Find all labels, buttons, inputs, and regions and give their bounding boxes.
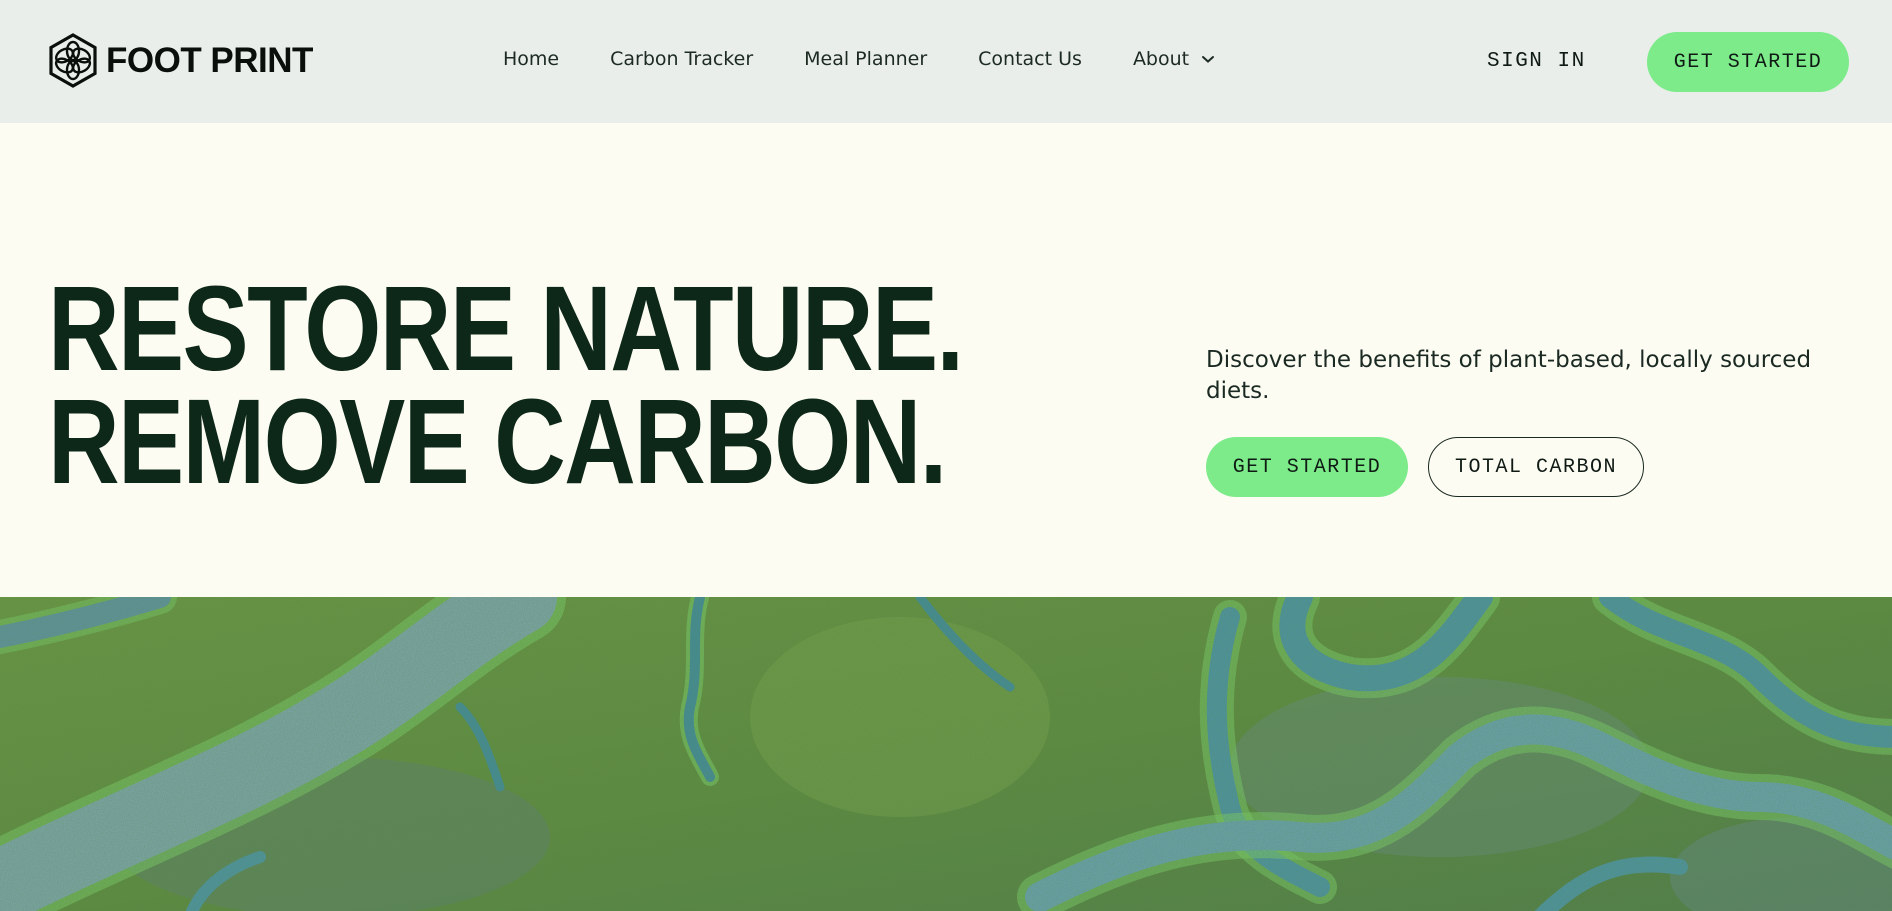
total-carbon-button[interactable]: TOTAL CARBON xyxy=(1428,437,1644,497)
header-get-started-button[interactable]: GET STARTED xyxy=(1647,32,1849,92)
nav-item-carbon-tracker[interactable]: Carbon Tracker xyxy=(610,48,753,70)
brand-name: FOOT PRINT xyxy=(106,40,313,80)
nav-item-label: Home xyxy=(503,48,560,70)
hero-get-started-button[interactable]: GET STARTED xyxy=(1206,437,1408,497)
nav-item-home[interactable]: Home xyxy=(503,48,559,70)
hero-subtext: Discover the benefits of plant-based, lo… xyxy=(1206,347,1812,404)
headline-line-1: RESTORE NATURE. xyxy=(48,260,964,396)
nav-item-meal-planner[interactable]: Meal Planner xyxy=(804,48,927,70)
nav-item-label: Meal Planner xyxy=(804,48,928,70)
hexagon-flower-logo-icon xyxy=(49,33,97,88)
sign-in-link[interactable]: SIGN IN xyxy=(1487,50,1586,73)
nav-item-about-dropdown[interactable]: About xyxy=(1133,48,1215,70)
nav-item-contact-us[interactable]: Contact Us xyxy=(978,48,1082,70)
wetland-illustration xyxy=(0,597,1892,911)
nav-item-label: About xyxy=(1132,48,1190,70)
main-nav: Home Carbon Tracker Meal Planner Contact… xyxy=(503,48,1215,70)
headline-line-2: REMOVE CARBON. xyxy=(48,373,947,509)
aerial-wetland-image xyxy=(0,597,1892,911)
brand-logo[interactable]: FOOT PRINT xyxy=(48,33,313,88)
site-header: FOOT PRINT Home Carbon Tracker Meal Plan… xyxy=(0,0,1892,123)
nav-item-label: Contact Us xyxy=(978,48,1082,70)
chevron-down-icon xyxy=(1202,55,1215,63)
hero-headline: RESTORE NATURE. REMOVE CARBON. xyxy=(48,260,964,509)
nav-item-label: Carbon Tracker xyxy=(610,48,754,70)
